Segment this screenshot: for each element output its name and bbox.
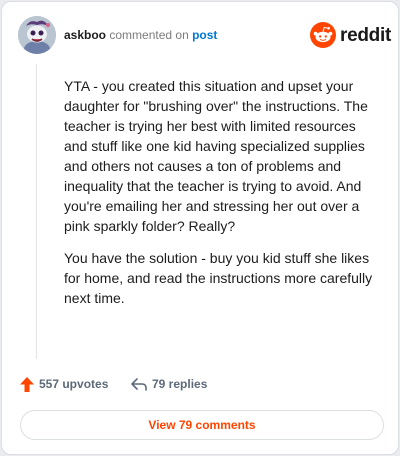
- replies-button[interactable]: 79 replies: [131, 374, 207, 394]
- action-text: commented on: [109, 28, 189, 42]
- reply-arrow-icon: [131, 377, 147, 391]
- upvote-count: 557 upvotes: [39, 377, 109, 391]
- reply-count: 79 replies: [152, 377, 208, 391]
- post-link[interactable]: post: [192, 28, 217, 42]
- avatar[interactable]: [18, 16, 56, 54]
- comment-paragraph: You have the solution - buy you kid stuf…: [64, 250, 373, 306]
- comment-paragraph: YTA - you created this situation and ups…: [64, 78, 368, 234]
- upvote-button[interactable]: 557 upvotes: [20, 374, 108, 394]
- comment-header: askboo commented on post reddit: [18, 16, 391, 56]
- reddit-logo[interactable]: reddit: [310, 20, 391, 50]
- view-comments-button[interactable]: View 79 comments: [20, 410, 384, 440]
- snoo-avatar-icon: [18, 16, 56, 54]
- thread-line: [36, 64, 37, 359]
- upvote-arrow-icon: [20, 376, 34, 392]
- comment-meta: askboo commented on post: [64, 28, 217, 42]
- username-link[interactable]: askboo: [64, 28, 106, 42]
- reddit-snoo-logo-icon: [310, 22, 336, 48]
- comment-body: YTA - you created this situation and ups…: [64, 76, 382, 320]
- comment-card: askboo commented on post reddit YTA - yo…: [1, 1, 399, 455]
- brand-wordmark: reddit: [340, 25, 391, 46]
